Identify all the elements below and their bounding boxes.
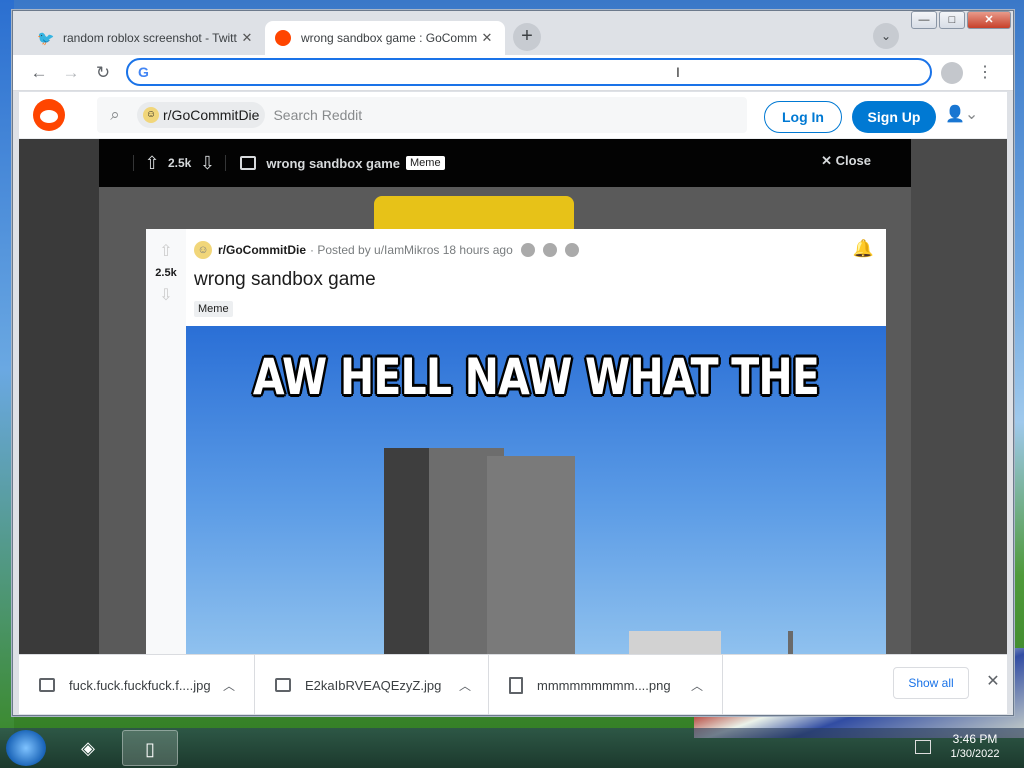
post-overlay-bar: ⇧ 2.5k ⇩ wrong sandbox game Meme ✕ Close bbox=[99, 139, 911, 187]
tab-twitter[interactable]: 🐦 random roblox screenshot - Twitt ✕ bbox=[27, 21, 265, 55]
post-title: wrong sandbox game bbox=[194, 269, 376, 290]
user-menu-icon[interactable]: 👤⌄ bbox=[945, 104, 985, 128]
tab-title: random roblox screenshot - Twitt bbox=[63, 31, 237, 45]
tab-reddit[interactable]: wrong sandbox game : GoComm ✕ bbox=[265, 21, 505, 55]
minimize-button[interactable]: — bbox=[911, 11, 937, 29]
sign-up-button[interactable]: Sign Up bbox=[852, 101, 936, 133]
twitter-icon: 🐦 bbox=[37, 30, 55, 46]
maximize-button[interactable]: □ bbox=[939, 11, 965, 29]
address-input[interactable] bbox=[160, 63, 900, 81]
pole bbox=[788, 631, 793, 654]
clock-time: 3:46 PM bbox=[952, 732, 998, 746]
notepad-taskbar-icon[interactable]: ▯ bbox=[122, 730, 178, 766]
file-icon bbox=[509, 676, 523, 694]
subreddit-pill[interactable]: ☺ r/GoCommitDie bbox=[137, 102, 266, 128]
post-byline: · Posted by u/IamMikros 18 hours ago bbox=[310, 243, 513, 257]
show-all-button[interactable]: Show all bbox=[893, 667, 969, 699]
download-filename: fuck.fuck.fuckfuck.f....jpg bbox=[69, 677, 211, 693]
kebab-menu-icon[interactable]: ⋮ bbox=[977, 61, 993, 85]
tab-search-button[interactable]: ⌄ bbox=[873, 23, 899, 49]
downvote-icon[interactable]: ⇩ bbox=[146, 285, 186, 305]
clock-date: 1/30/2022 bbox=[950, 748, 1000, 760]
google-icon: G bbox=[138, 64, 149, 80]
browser-toolbar: ← → ↻ G I ⋮ bbox=[13, 55, 1013, 91]
forward-arrow-icon[interactable]: → bbox=[59, 61, 83, 85]
subreddit-pill-label: r/GoCommitDie bbox=[163, 107, 260, 123]
upvote-icon[interactable]: ⇧ bbox=[146, 241, 186, 261]
chevron-up-icon[interactable]: ︿ bbox=[687, 677, 707, 694]
upvote-icon[interactable]: ⇧ bbox=[142, 153, 162, 174]
close-label: Close bbox=[835, 153, 871, 168]
system-clock[interactable]: 3:46 PM 1/30/2022 bbox=[940, 732, 1010, 762]
tab-strip: 🐦 random roblox screenshot - Twitt ✕ wro… bbox=[13, 11, 1013, 55]
reddit-search-bar[interactable]: ⌕ ☺ r/GoCommitDie Search Reddit bbox=[97, 97, 747, 133]
close-icon[interactable]: ✕ bbox=[981, 670, 1005, 694]
divider bbox=[133, 155, 134, 171]
tab-close-icon[interactable]: ✕ bbox=[479, 30, 495, 46]
window-controls: — □ ✕ bbox=[909, 11, 1011, 31]
start-button[interactable] bbox=[6, 730, 46, 766]
tower-building-side bbox=[487, 456, 575, 654]
award-icon bbox=[542, 243, 557, 257]
network-icon[interactable] bbox=[915, 740, 931, 754]
close-overlay-button[interactable]: ✕ Close bbox=[821, 153, 871, 169]
post-card: ⇧ 2.5k ⇩ ☺ r/GoCommitDie · Posted by u/I… bbox=[146, 229, 886, 654]
award-icon bbox=[520, 243, 535, 257]
meme-caption: AW HELL NAW WHAT THE bbox=[252, 348, 820, 406]
reload-icon[interactable]: ↻ bbox=[91, 61, 115, 85]
overlay-flair: Meme bbox=[406, 156, 445, 170]
award-icon bbox=[564, 243, 579, 257]
bell-icon[interactable]: 🔔 bbox=[853, 239, 874, 259]
post-subreddit-link[interactable]: r/GoCommitDie bbox=[218, 243, 306, 257]
web-page: ⌕ ☺ r/GoCommitDie Search Reddit Log In S… bbox=[19, 92, 1007, 654]
subreddit-avatar-icon: ☺ bbox=[194, 241, 212, 259]
download-filename: E2kaIbRVEAQEzyZ.jpg bbox=[305, 677, 442, 693]
chevron-up-icon[interactable]: ︿ bbox=[219, 677, 239, 694]
text-cursor-icon: I bbox=[676, 64, 680, 80]
tab-title: wrong sandbox game : GoComm bbox=[301, 31, 478, 45]
address-bar[interactable]: G I bbox=[126, 58, 932, 86]
download-item[interactable]: E2kaIbRVEAQEzyZ.jpg ︿ bbox=[255, 655, 489, 715]
log-in-button[interactable]: Log In bbox=[764, 101, 842, 133]
overlay-title: wrong sandbox game bbox=[266, 155, 400, 171]
download-item[interactable]: fuck.fuck.fuckfuck.f....jpg ︿ bbox=[19, 655, 255, 715]
downvote-icon[interactable]: ⇩ bbox=[197, 153, 217, 174]
vote-column: ⇧ 2.5k ⇩ bbox=[146, 229, 186, 654]
taskbar: ◈ ▯ 3:46 PM 1/30/2022 bbox=[0, 728, 1024, 768]
post-image[interactable]: AW HELL NAW WHAT THE bbox=[186, 326, 886, 654]
post-meta: ☺ r/GoCommitDie · Posted by u/IamMikros … bbox=[194, 241, 579, 259]
chevron-up-icon[interactable]: ︿ bbox=[455, 677, 475, 694]
search-icon: ⌕ bbox=[110, 105, 120, 124]
profile-avatar[interactable] bbox=[941, 62, 963, 84]
image-icon bbox=[240, 156, 257, 170]
tab-close-icon[interactable]: ✕ bbox=[239, 30, 255, 46]
download-item[interactable]: mmmmmmmmm....png ︿ bbox=[489, 655, 723, 715]
subreddit-avatar-icon: ☺ bbox=[143, 107, 159, 123]
virtualbox-taskbar-icon[interactable]: ◈ bbox=[60, 730, 116, 766]
divider bbox=[225, 155, 227, 171]
image-file-icon bbox=[39, 678, 55, 692]
overlay-score: 2.5k bbox=[168, 156, 192, 170]
new-tab-button[interactable]: + bbox=[513, 23, 541, 51]
close-window-button[interactable]: ✕ bbox=[967, 11, 1011, 29]
image-file-icon bbox=[275, 678, 291, 692]
reddit-icon bbox=[275, 30, 291, 46]
reddit-logo-icon[interactable] bbox=[33, 99, 65, 131]
background-sidebar bbox=[911, 139, 1007, 654]
download-shelf: fuck.fuck.fuckfuck.f....jpg ︿ E2kaIbRVEA… bbox=[19, 654, 1007, 715]
tower-building-image bbox=[384, 448, 504, 654]
distant-building bbox=[629, 631, 721, 654]
post-flair[interactable]: Meme bbox=[194, 301, 233, 317]
post-score: 2.5k bbox=[155, 267, 177, 279]
download-filename: mmmmmmmmm....png bbox=[537, 677, 671, 693]
reddit-header: ⌕ ☺ r/GoCommitDie Search Reddit Log In S… bbox=[19, 92, 1007, 139]
back-arrow-icon[interactable]: ← bbox=[27, 61, 51, 85]
browser-window: 🐦 random roblox screenshot - Twitt ✕ wro… bbox=[12, 10, 1014, 716]
search-placeholder: Search Reddit bbox=[273, 107, 363, 123]
